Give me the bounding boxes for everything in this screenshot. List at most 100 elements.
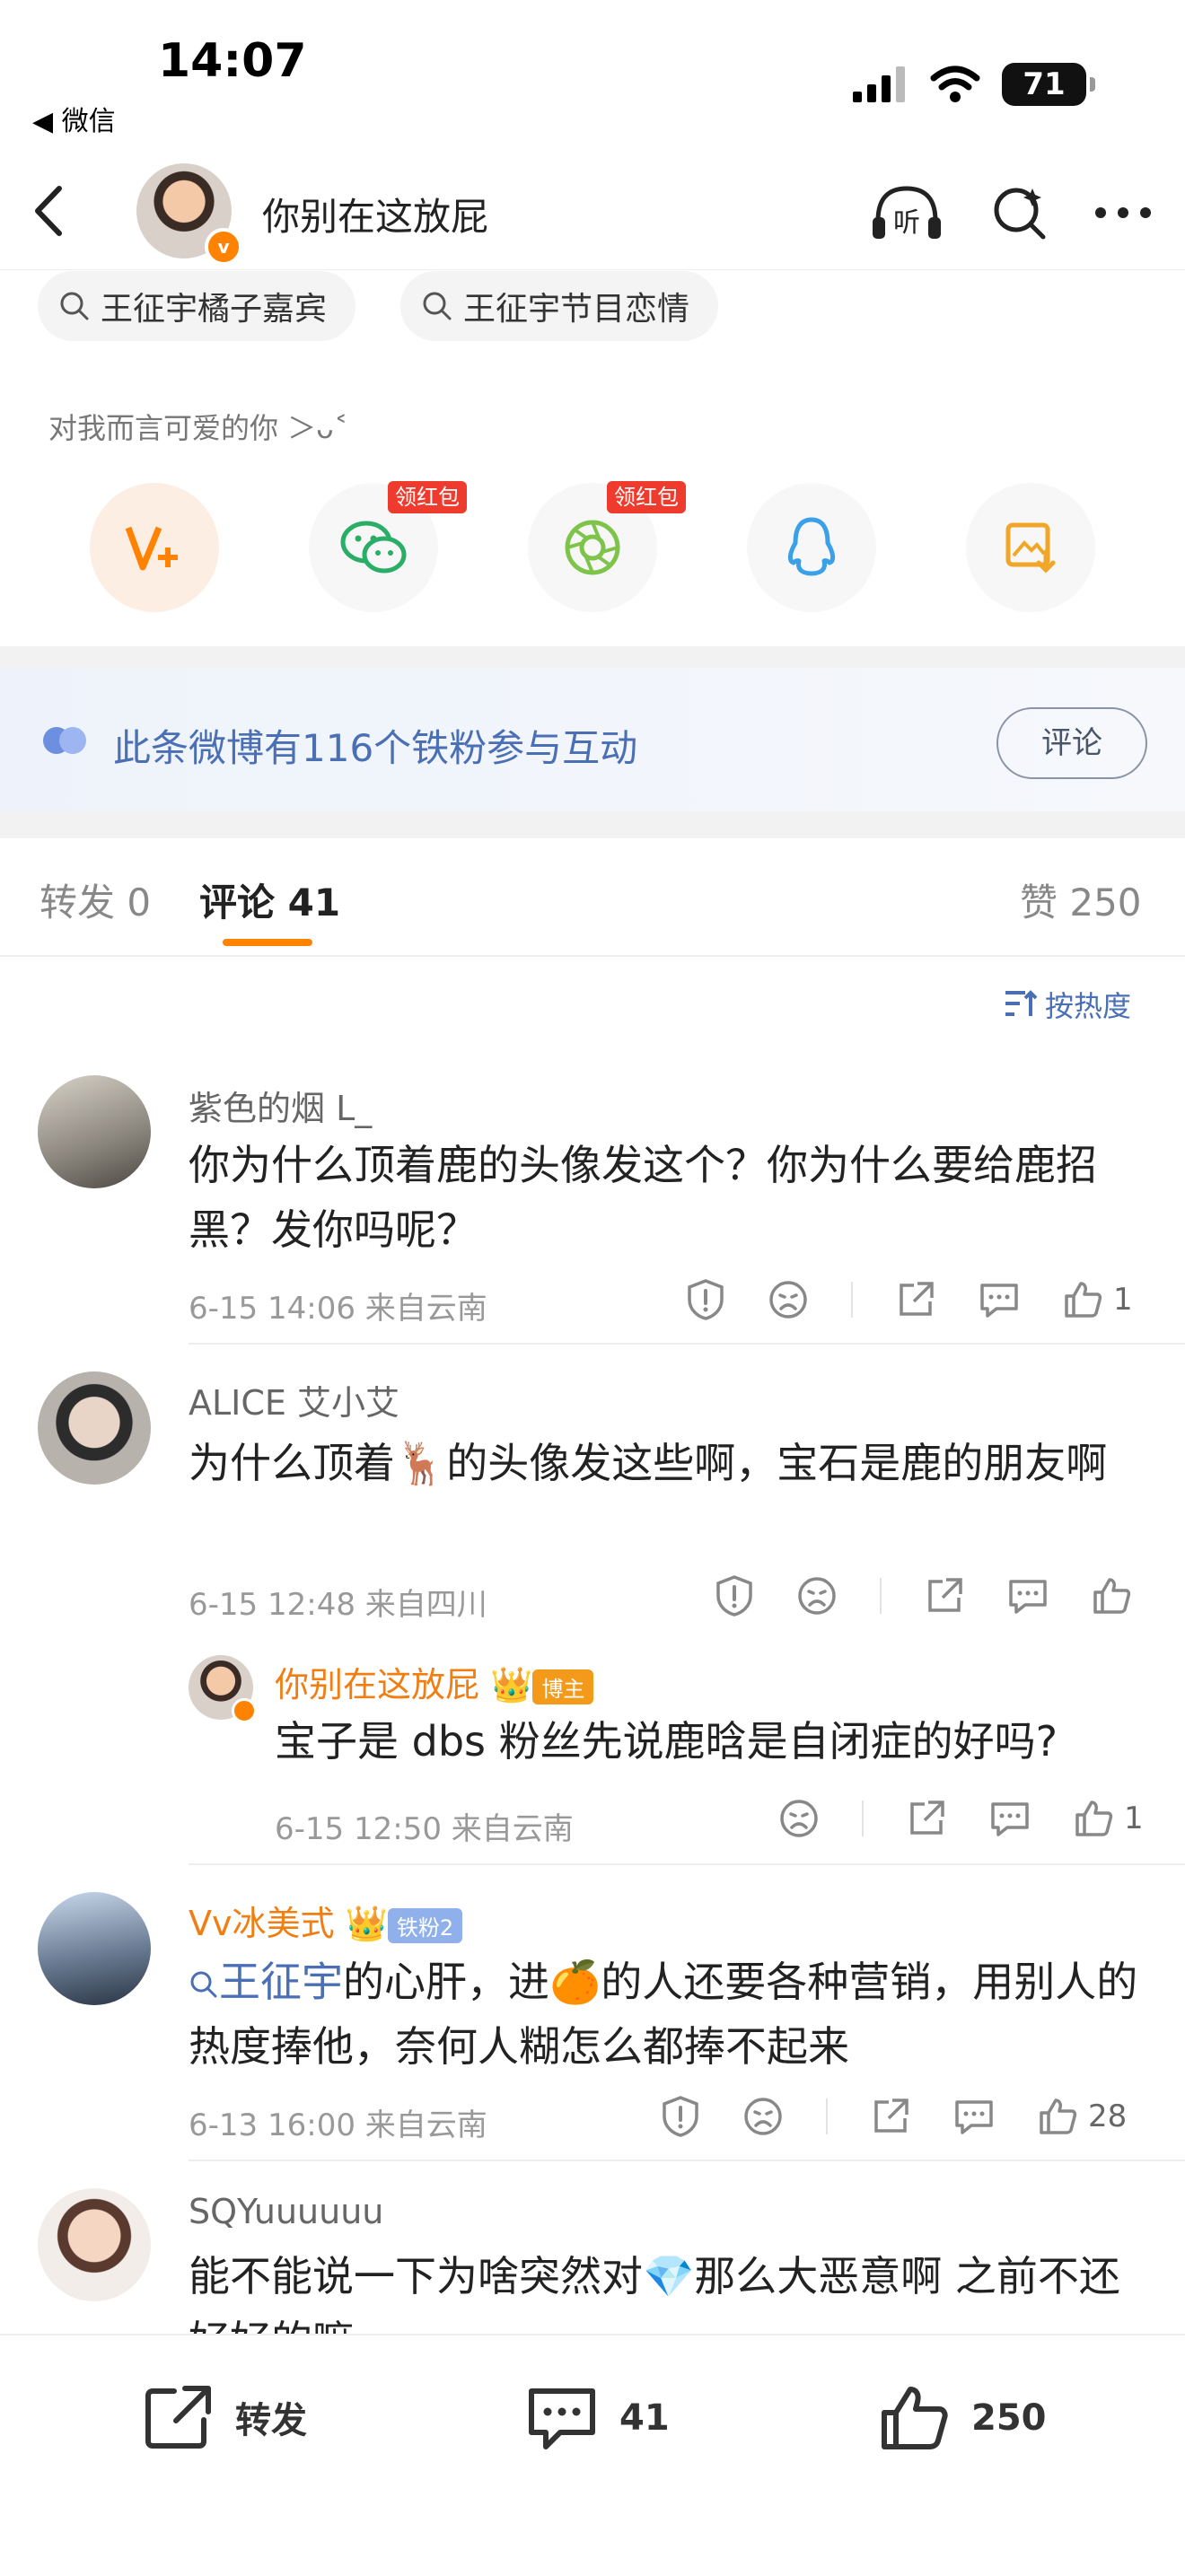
topic-text: 王征宇 (219, 1958, 343, 2006)
search-icon[interactable] (989, 183, 1049, 242)
comment-avatar[interactable] (38, 1371, 151, 1485)
comment-divider (189, 1343, 1185, 1345)
dislike-face-icon[interactable] (768, 1280, 808, 1319)
comment-meta: 6-15 14:06 来自云南 (189, 1291, 487, 1327)
signal-icon (853, 66, 905, 102)
fans-icon (43, 727, 86, 754)
like-count: 1 (1124, 1801, 1144, 1836)
reply-icon[interactable] (953, 2097, 995, 2136)
action-divider (851, 1282, 853, 1318)
reply-actions: 1 (779, 1799, 1144, 1838)
report-icon[interactable] (686, 1278, 725, 1321)
comment-avatar[interactable] (38, 1075, 151, 1188)
dislike-face-icon[interactable] (779, 1799, 819, 1838)
bottom-action-bar: 转发 41 250 (0, 2334, 1185, 2576)
like-count: 28 (1088, 2098, 1128, 2134)
search-icon (423, 292, 452, 320)
search-chip-label: 王征宇节目恋情 (463, 291, 690, 328)
reply-username-text: 你别在这放屁 (275, 1665, 480, 1704)
reply-username[interactable]: 你别在这放屁 👑 博主 (275, 1657, 594, 1706)
like-icon[interactable] (1074, 1799, 1113, 1838)
search-chip-label: 王征宇橘子嘉宾 (101, 291, 328, 328)
comment-button[interactable]: 41 (526, 2384, 670, 2452)
back-arrow-icon[interactable] (27, 180, 72, 242)
verified-badge-icon (232, 1698, 257, 1723)
dislike-face-icon[interactable] (743, 2097, 783, 2136)
share-icon[interactable] (871, 2097, 910, 2136)
repost-icon (145, 2386, 211, 2449)
comment-username[interactable]: ALICE 艾小艾 (189, 1375, 399, 1424)
orange-emoji-icon: 🍊 (549, 1958, 601, 2006)
nav-actions: 听 (869, 181, 1153, 244)
section-separator (0, 811, 1185, 838)
back-to-app-link[interactable]: ◀ 微信 (32, 99, 116, 138)
tab-comments[interactable]: 评论 41 (199, 872, 340, 927)
search-chip[interactable]: 王征宇节目恋情 (400, 271, 719, 341)
reply-icon[interactable] (989, 1799, 1031, 1838)
comment-username[interactable]: SQYuuuuuu (189, 2192, 383, 2231)
save-image-button[interactable] (966, 483, 1095, 612)
save-image-icon (1005, 522, 1056, 574)
search-icon (60, 292, 89, 320)
like-icon[interactable] (1092, 1576, 1131, 1616)
comment-meta: 6-13 16:00 来自云南 (189, 2107, 487, 2143)
comment-username[interactable]: Vv冰美式 👑 铁粉2 (189, 1896, 463, 1945)
more-icon[interactable] (1093, 204, 1153, 222)
action-divider (880, 1578, 882, 1614)
action-divider (862, 1801, 864, 1836)
comment-text-part: 的心肝，进 (343, 1958, 549, 2006)
comment-avatar[interactable] (38, 2188, 151, 2301)
reply-meta: 6-15 12:50 来自云南 (275, 1811, 574, 1847)
author-name[interactable]: 你别在这放屁 (262, 187, 488, 241)
like-button[interactable]: 250 (880, 2384, 1047, 2452)
comment-avatar[interactable] (38, 1892, 151, 2005)
status-icons: 71 (853, 63, 1095, 106)
tabs-divider (0, 955, 1185, 957)
share-icon[interactable] (925, 1576, 964, 1616)
like-count: 1 (1113, 1282, 1133, 1318)
share-qq-button[interactable] (747, 483, 876, 612)
report-icon[interactable] (715, 1574, 754, 1617)
fans-banner-text: 此条微博有116个铁粉参与互动 (113, 726, 638, 770)
report-icon[interactable] (661, 2095, 700, 2138)
dislike-face-icon[interactable] (797, 1576, 837, 1616)
like-icon[interactable] (1063, 1280, 1102, 1319)
tab-repost[interactable]: 转发 0 (40, 872, 151, 927)
listen-icon[interactable]: 听 (869, 181, 944, 244)
share-weibo-button[interactable] (90, 483, 219, 612)
search-chip[interactable]: 王征宇橘子嘉宾 (38, 271, 356, 341)
repost-button[interactable]: 转发 (144, 2384, 307, 2450)
comment-count: 41 (619, 2397, 670, 2439)
comment-username[interactable]: 紫色的烟 L_ (189, 1081, 372, 1130)
reply-icon[interactable] (1007, 1576, 1049, 1616)
sort-label: 按热度 (1045, 989, 1132, 1023)
comment-text: 你为什么顶着鹿的头像发这个？你为什么要给鹿招黑？发你吗呢？ (189, 1141, 1097, 1254)
top-nav: v 你别在这放屁 听 (0, 153, 1185, 270)
share-icon[interactable] (907, 1799, 946, 1838)
comment-text: 王征宇的心肝，进🍊的人还要各种营销，用别人的热度捧他，奈何人糊怎么都捧不起来 (189, 1950, 1149, 2079)
comment-actions (715, 1574, 1131, 1617)
svg-text:听: 听 (893, 207, 920, 239)
comment-meta: 6-15 12:48 来自四川 (189, 1587, 487, 1623)
wifi-icon (930, 66, 980, 102)
like-icon[interactable] (1038, 2097, 1077, 2136)
fans-comment-button[interactable]: 评论 (996, 707, 1147, 779)
share-icon[interactable] (896, 1280, 935, 1319)
like-icon (882, 2387, 948, 2449)
like-count: 250 (971, 2397, 1047, 2439)
topic-link[interactable]: 王征宇 (189, 1958, 343, 2006)
comment-divider (189, 2160, 1185, 2161)
comment-icon (529, 2388, 595, 2449)
reply-icon[interactable] (979, 1280, 1020, 1319)
qq-icon (787, 517, 836, 576)
sort-button[interactable]: 按热度 (1004, 984, 1131, 1025)
share-tooltip: 对我而言可爱的你 ＞ᴗ˂ (48, 411, 348, 445)
deer-emoji-icon: 🦌 (395, 1439, 447, 1487)
comment-text: 为什么顶着🦌的头像发这些啊，宝石是鹿的朋友啊 (189, 1431, 1149, 1495)
repost-label: 转发 (235, 2400, 307, 2441)
fan-badge: 铁粉2 (387, 1908, 463, 1943)
gem-emoji-icon: 💎 (643, 2252, 695, 2300)
reply-text: 宝子是 dbs 粉丝先说鹿晗是自闭症的好吗? (275, 1717, 1058, 1766)
sort-icon (1005, 990, 1038, 1016)
tab-likes[interactable]: 赞 250 (1020, 872, 1142, 927)
